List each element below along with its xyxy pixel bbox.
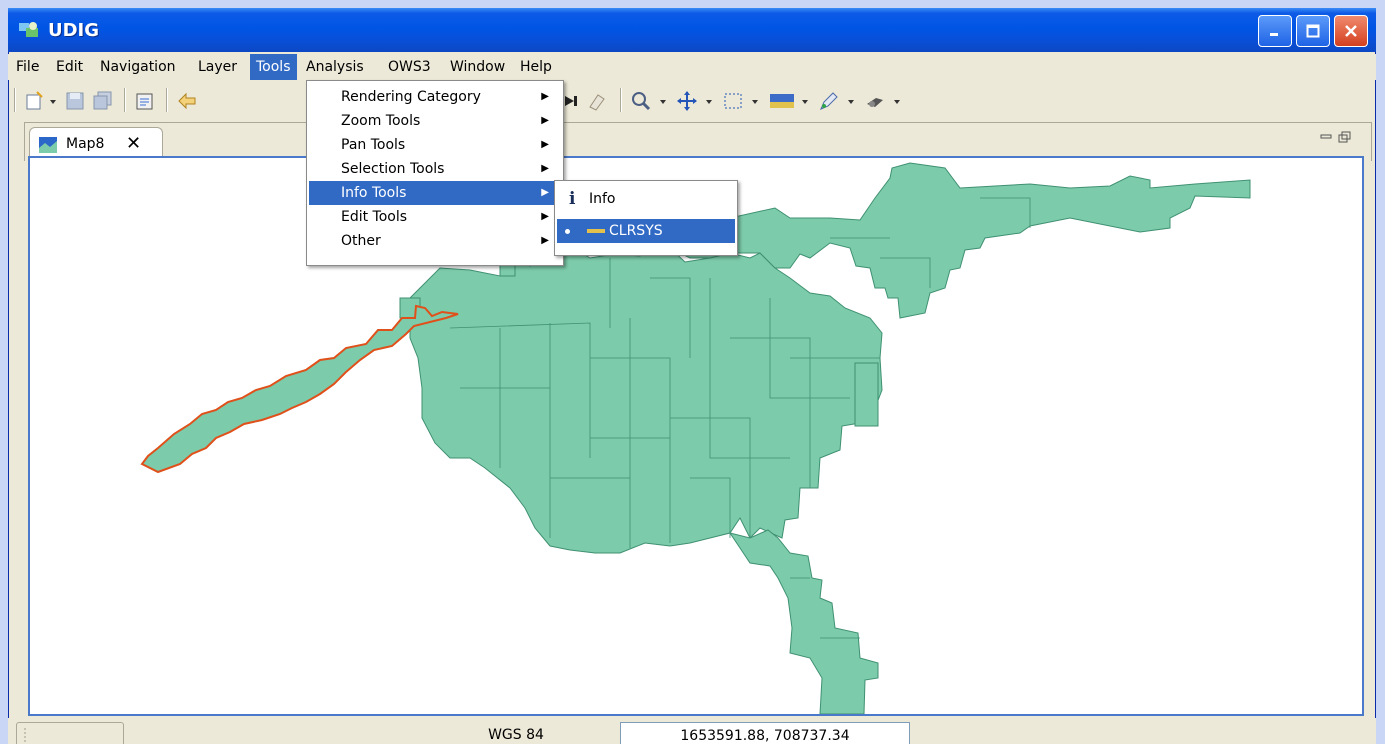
menu-navigation[interactable]: Navigation bbox=[94, 54, 182, 80]
measure-icon[interactable] bbox=[768, 90, 796, 112]
submenu-clrsys[interactable]: CLRSYS bbox=[557, 219, 735, 243]
pan-dropdown-icon[interactable] bbox=[704, 90, 714, 112]
other-dropdown-icon[interactable] bbox=[892, 90, 902, 112]
eraser-icon[interactable] bbox=[586, 90, 608, 112]
close-icon bbox=[1345, 25, 1357, 37]
menu-analysis[interactable]: Analysis bbox=[300, 54, 370, 80]
menu-layer[interactable]: Layer bbox=[192, 54, 243, 80]
toolbar-separator bbox=[14, 88, 16, 112]
restore-view-icon[interactable] bbox=[1338, 131, 1351, 143]
info-tools-submenu: i Info CLRSYS bbox=[554, 180, 738, 256]
submenu-arrow-icon: ▶ bbox=[541, 187, 549, 198]
zoom-icon[interactable] bbox=[630, 90, 652, 112]
map-polygon-south[interactable] bbox=[728, 529, 879, 715]
menu-window[interactable]: Window bbox=[444, 54, 511, 80]
measure-icon bbox=[587, 229, 605, 233]
udig-logo-icon bbox=[19, 22, 38, 37]
tools-menu: Rendering Category ▶ Zoom Tools ▶ Pan Tool… bbox=[306, 80, 564, 266]
submenu-info[interactable]: i Info bbox=[557, 187, 735, 211]
submenu-arrow-icon: ▶ bbox=[541, 211, 549, 222]
menu-file[interactable]: File bbox=[10, 54, 45, 80]
maximize-button[interactable] bbox=[1296, 15, 1330, 47]
pan-icon[interactable] bbox=[676, 90, 698, 112]
menu-row-label: Other bbox=[341, 233, 381, 249]
menu-row-label: Info Tools bbox=[341, 185, 407, 201]
properties-icon[interactable] bbox=[134, 90, 156, 112]
submenu-label: CLRSYS bbox=[609, 223, 663, 239]
menu-help[interactable]: Help bbox=[514, 54, 558, 80]
toolbar-separator bbox=[620, 88, 622, 112]
app-window: UDIG File Edit Navigation Layer Tools An… bbox=[8, 8, 1376, 744]
map-icon bbox=[39, 137, 57, 153]
new-icon[interactable] bbox=[24, 90, 46, 112]
edit-pencil-icon[interactable] bbox=[818, 90, 840, 112]
menu-edit-tools[interactable]: Edit Tools ▶ bbox=[309, 205, 559, 229]
status-message-area bbox=[16, 722, 124, 744]
menu-edit[interactable]: Edit bbox=[50, 54, 89, 80]
window-title: UDIG bbox=[48, 20, 100, 41]
zoom-dropdown-icon[interactable] bbox=[658, 90, 668, 112]
minimize-icon bbox=[1270, 33, 1278, 36]
menu-info-tools[interactable]: Info Tools ▶ bbox=[309, 181, 559, 205]
toolbar-separator bbox=[124, 88, 126, 112]
submenu-arrow-icon: ▶ bbox=[541, 139, 549, 150]
selection-dropdown-icon[interactable] bbox=[750, 90, 760, 112]
close-button[interactable] bbox=[1334, 15, 1368, 47]
menu-tools[interactable]: Tools bbox=[250, 54, 297, 80]
other-tool-icon[interactable] bbox=[864, 90, 886, 112]
submenu-arrow-icon: ▶ bbox=[541, 115, 549, 126]
tab-label: Map8 bbox=[66, 136, 105, 152]
submenu-label: Info bbox=[589, 191, 616, 207]
submenu-arrow-icon: ▶ bbox=[541, 235, 549, 246]
title-bar[interactable]: UDIG bbox=[8, 8, 1376, 52]
menu-selection-tools[interactable]: Selection Tools ▶ bbox=[309, 157, 559, 181]
cursor-coordinates: 1653591.88, 708737.34 bbox=[620, 722, 910, 744]
info-icon: i bbox=[569, 189, 576, 209]
minimize-button[interactable] bbox=[1258, 15, 1292, 47]
menu-row-label: Rendering Category bbox=[341, 89, 481, 105]
new-dropdown-icon[interactable] bbox=[48, 90, 58, 112]
edit-dropdown-icon[interactable] bbox=[846, 90, 856, 112]
main-toolbar bbox=[8, 84, 1376, 116]
menu-other[interactable]: Other ▶ bbox=[309, 229, 559, 253]
submenu-arrow-icon: ▶ bbox=[541, 163, 549, 174]
menu-row-label: Pan Tools bbox=[341, 137, 406, 153]
menu-row-label: Edit Tools bbox=[341, 209, 408, 225]
back-arrow-icon[interactable] bbox=[176, 90, 198, 112]
measure-dropdown-icon[interactable] bbox=[800, 90, 810, 112]
tab-close-icon[interactable]: ✕ bbox=[126, 133, 141, 154]
menu-rendering-category[interactable]: Rendering Category ▶ bbox=[309, 85, 559, 109]
menu-zoom-tools[interactable]: Zoom Tools ▶ bbox=[309, 109, 559, 133]
status-grip-icon bbox=[24, 728, 26, 744]
menu-bar: File Edit Navigation Layer Tools Analysi… bbox=[8, 54, 1376, 80]
save-icon[interactable] bbox=[64, 90, 86, 112]
submenu-arrow-icon: ▶ bbox=[541, 91, 549, 102]
menu-pan-tools[interactable]: Pan Tools ▶ bbox=[309, 133, 559, 157]
crs-indicator[interactable]: WGS 84 bbox=[426, 722, 606, 744]
save-all-icon[interactable] bbox=[92, 90, 114, 112]
selected-radio-icon bbox=[565, 229, 570, 234]
maximize-icon bbox=[1306, 24, 1320, 38]
minimize-view-icon[interactable] bbox=[1320, 134, 1332, 139]
menu-row-label: Selection Tools bbox=[341, 161, 445, 177]
view-controls bbox=[1320, 131, 1351, 143]
menu-row-label: Zoom Tools bbox=[341, 113, 421, 129]
toolbar-separator bbox=[166, 88, 168, 112]
map-polygon-patch[interactable] bbox=[854, 362, 879, 427]
menu-ows3[interactable]: OWS3 bbox=[382, 54, 437, 80]
selection-box-icon[interactable] bbox=[722, 90, 744, 112]
map-polygon-main[interactable] bbox=[409, 237, 883, 554]
status-bar: WGS 84 1653591.88, 708737.34 bbox=[8, 718, 1376, 744]
